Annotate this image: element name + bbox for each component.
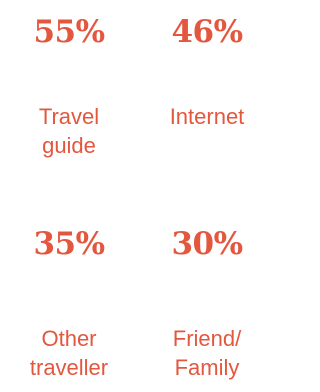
stat-label-friend-family: Friend/ Family <box>138 324 276 382</box>
stat-label-line: Friend/ <box>172 326 242 351</box>
stat-percent-internet: 46% <box>171 14 243 50</box>
stat-label-line: Internet <box>169 104 245 129</box>
stat-label-line: traveller <box>29 355 109 380</box>
stat-label-line: guide <box>42 133 96 158</box>
stat-label-line: Other <box>41 326 97 351</box>
stat-percent-travel-guide: 55% <box>33 14 105 50</box>
stat-label-line: Travel <box>38 104 100 129</box>
stat-label-line: Family <box>174 355 240 380</box>
stat-label-internet: Internet <box>138 102 276 131</box>
stat-percent-other-traveller: 35% <box>33 226 105 262</box>
stat-label-other-traveller: Other traveller <box>0 324 138 382</box>
stat-percent-friend-family: 30% <box>171 226 243 262</box>
stat-label-travel-guide: Travel guide <box>0 102 138 160</box>
